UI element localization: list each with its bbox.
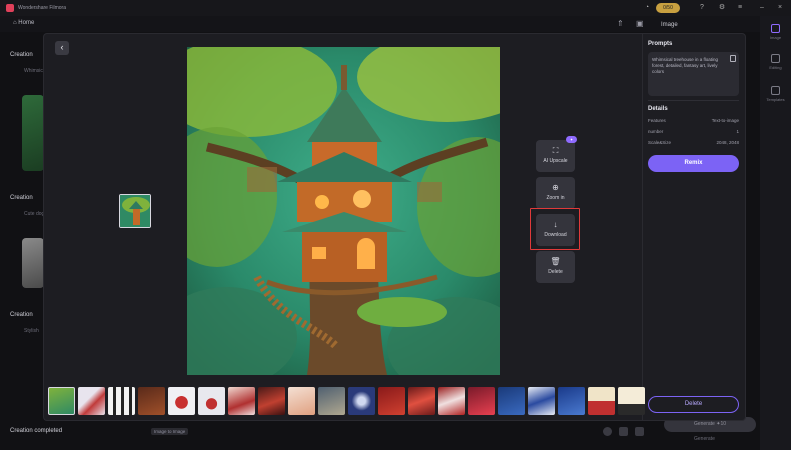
thumbnail-item[interactable] xyxy=(348,387,375,415)
detail-value: Text-to-image xyxy=(711,118,739,123)
bg-action-icon-2[interactable] xyxy=(619,427,628,436)
bg-action-icon-1[interactable] xyxy=(603,427,612,436)
thumbnail-item[interactable] xyxy=(198,387,225,415)
details-title: Details xyxy=(648,106,668,112)
right-sidebar: Image Editing Templates xyxy=(760,16,791,450)
bg-section-title-3: Creation xyxy=(10,312,33,318)
main-image xyxy=(187,47,500,375)
thumbnail-item[interactable] xyxy=(468,387,495,415)
detail-row-scale-size: Scale&Size 2048, 2048 xyxy=(648,140,739,145)
download-highlight-box xyxy=(530,208,580,250)
edit-icon xyxy=(771,54,780,63)
templates-icon xyxy=(771,86,780,95)
detail-value: 2048, 2048 xyxy=(716,140,739,145)
bg-section-title-2: Creation xyxy=(10,195,33,201)
zoom-in-label: Zoom in xyxy=(546,195,565,201)
thumbnail-item[interactable] xyxy=(558,387,585,415)
rightbar-label: Templates xyxy=(766,97,785,102)
detail-row-number: number 1 xyxy=(648,129,739,134)
selected-thumbnail-preview[interactable] xyxy=(119,194,151,228)
thumbnail-item[interactable] xyxy=(168,387,195,415)
rightbar-label: Image xyxy=(769,35,782,40)
detail-key: Scale&Size xyxy=(648,140,672,145)
prompt-text: Whimsical treehouse in a floating forest… xyxy=(652,57,719,74)
bg-section-sub-3: Stylish xyxy=(24,328,39,334)
app-logo xyxy=(6,4,14,12)
settings-icon[interactable]: ⚙ xyxy=(717,3,727,13)
back-arrow-icon: ‹ xyxy=(60,42,64,52)
generate-label: Generate xyxy=(693,421,715,427)
generate-count: 10 xyxy=(720,421,726,427)
credits-badge[interactable]: 0/50 xyxy=(656,3,680,13)
prompt-text-box[interactable]: Whimsical treehouse in a floating forest… xyxy=(648,52,739,96)
close-icon[interactable]: × xyxy=(775,3,785,13)
thumbnail-item[interactable] xyxy=(138,387,165,415)
rightbar-label: Editing xyxy=(769,65,782,70)
thumbnail-item[interactable] xyxy=(588,387,615,415)
prompts-title: Prompts xyxy=(648,41,673,47)
bg-thumbnail-1[interactable] xyxy=(22,95,44,171)
thumbnail-item[interactable] xyxy=(258,387,285,415)
thumbnail-item[interactable] xyxy=(378,387,405,415)
trash-icon: 🗑 xyxy=(550,257,561,266)
trash-bg-icon[interactable]: ▣ xyxy=(636,19,644,28)
image-tab[interactable]: Image xyxy=(661,22,678,28)
ai-upscale-label: AI Upscale xyxy=(543,158,568,164)
delete-image-button[interactable]: 🗑 Delete xyxy=(536,251,575,283)
detail-value: 1 xyxy=(736,129,739,134)
home-label: Home xyxy=(18,20,35,26)
generate-sub-label: Generate xyxy=(694,436,715,442)
bg-section-sub-2: Cute dog xyxy=(24,211,45,217)
zoom-in-button[interactable]: ⊕ Zoom in xyxy=(536,177,575,209)
rightbar-item-editing[interactable]: Editing xyxy=(760,54,791,70)
zoom-in-icon: ⊕ xyxy=(552,183,559,192)
bg-action-icon-3[interactable] xyxy=(635,427,644,436)
menu-icon[interactable]: ≡ xyxy=(735,3,745,13)
rightbar-item-templates[interactable]: Templates xyxy=(760,86,791,102)
thumbnail-item[interactable] xyxy=(288,387,315,415)
upscale-icon: ⛶ xyxy=(552,146,559,155)
back-button[interactable]: ‹ xyxy=(55,41,69,55)
pin-icon[interactable]: ⇑ xyxy=(617,19,624,28)
creation-completed-title: Creation completed xyxy=(10,428,63,434)
thumbnail-strip xyxy=(48,387,645,416)
bg-thumbnail-2[interactable] xyxy=(22,238,44,288)
app-title: Wondershare Filmora xyxy=(18,5,66,11)
thumbnail-item[interactable] xyxy=(438,387,465,415)
copy-icon[interactable] xyxy=(730,55,736,62)
thumbnail-item[interactable] xyxy=(408,387,435,415)
detail-key: number xyxy=(648,129,664,134)
bg-section-title-1: Creation xyxy=(10,52,33,58)
remix-button[interactable]: Remix xyxy=(648,155,739,172)
thumbnail-treehouse xyxy=(120,195,150,227)
detail-row-features: Features Text-to-image xyxy=(648,118,739,123)
ai-upscale-button[interactable]: ⛶ AI Upscale xyxy=(536,140,575,172)
thumbnail-item[interactable] xyxy=(228,387,255,415)
home-link[interactable]: ⌂ Home xyxy=(13,20,34,26)
treehouse-illustration xyxy=(187,47,500,375)
panel-divider xyxy=(648,100,739,101)
thumbnail-item[interactable] xyxy=(318,387,345,415)
thumbnail-item[interactable] xyxy=(48,387,75,415)
delete-button[interactable]: Delete xyxy=(648,396,739,413)
bell-icon[interactable]: ◔ xyxy=(642,3,652,13)
image-icon xyxy=(771,24,780,33)
rightbar-item-image[interactable]: Image xyxy=(760,24,791,40)
help-icon[interactable]: ? xyxy=(697,3,707,13)
minimize-icon[interactable]: – xyxy=(757,3,767,13)
thumbnail-item[interactable] xyxy=(618,387,645,415)
thumbnail-item[interactable] xyxy=(528,387,555,415)
thumbnail-item[interactable] xyxy=(108,387,135,415)
image-to-image-tag: Image to Image xyxy=(151,428,189,435)
thumbnail-item[interactable] xyxy=(78,387,105,415)
thumbnail-item[interactable] xyxy=(498,387,525,415)
upscale-badge: ✦ xyxy=(566,136,577,143)
detail-key: Features xyxy=(648,118,666,123)
delete-image-label: Delete xyxy=(548,269,563,275)
title-bar: Wondershare Filmora ◔ 0/50 ? ⚙ ≡ – × xyxy=(0,0,791,16)
